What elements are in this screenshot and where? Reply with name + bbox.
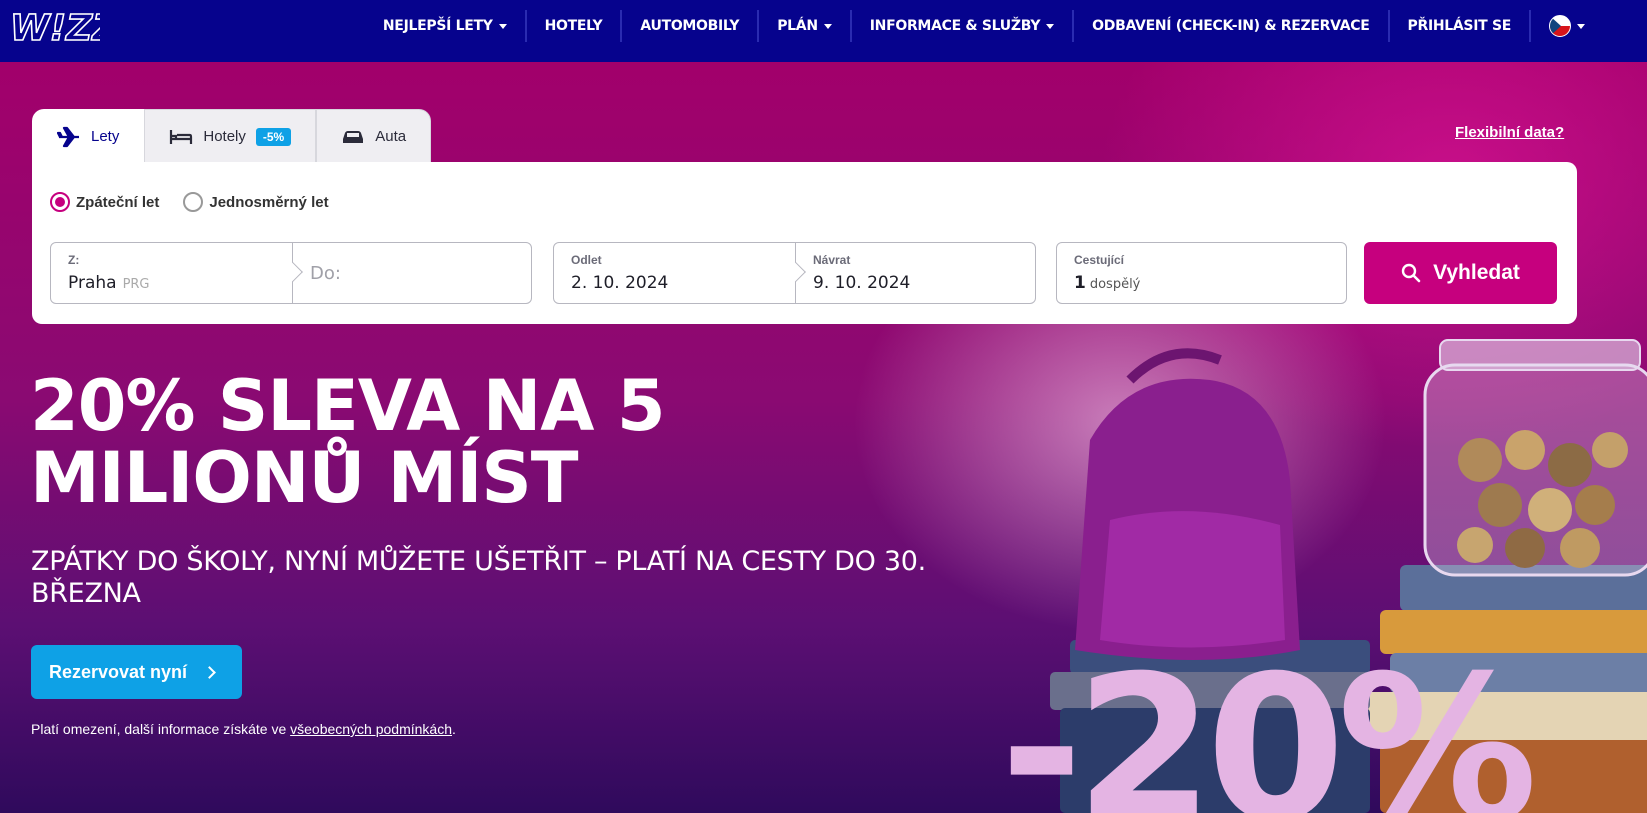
passengers-value: 1 dospělý [1074,273,1329,293]
tab-label: Lety [91,128,120,145]
terms-link[interactable]: všeobecných podmínkách [290,721,452,737]
search-button-label: Vyhledat [1433,261,1520,284]
bed-icon [170,129,193,144]
car-icon [343,130,364,143]
nav-item-label: NEJLEPŠÍ LETY [382,18,493,34]
disclaimer-text: Platí omezení, další informace získáte v… [31,721,291,737]
passenger-count: 1 [1074,273,1086,293]
nav-item-label: AUTOMOBILY [640,18,740,34]
tab-cars[interactable]: Auta [316,109,432,163]
language-selector[interactable] [1531,10,1647,42]
radio-indicator [183,192,204,212]
main-nav: NEJLEPŠÍ LETY HOTELY AUTOMOBILY PLÁN INF… [365,0,1647,52]
radio-label: Zpáteční let [76,193,160,211]
departure-label: Odlet [571,253,602,267]
search-button[interactable]: Vyhledat [1364,242,1557,304]
chevron-right-icon [203,665,216,679]
tab-flights[interactable]: Lety [32,109,145,163]
book-now-button[interactable]: Rezervovat nyní [31,645,242,699]
disclaimer-suffix: . [452,721,456,737]
tab-hotels[interactable]: Hotely -5% [144,109,317,163]
origin-value: Praha PRG [68,273,275,293]
return-date-field[interactable]: Návrat 9. 10. 2024 [795,243,1035,303]
wizz-logo[interactable]: W!ZZ [8,6,100,50]
radio-one-way[interactable]: Jednosměrný let [183,192,329,212]
caret-down-icon [1577,23,1585,29]
caret-down-icon [1046,23,1055,29]
nav-item-label: INFORMACE & SLUŽBY [869,18,1041,34]
passengers-label: Cestující [1074,253,1125,267]
czech-flag-icon [1549,15,1571,37]
nav-item-checkin-booking[interactable]: ODBAVENÍ (CHECK-IN) & REZERVACE [1074,10,1387,42]
nav-item-hotels[interactable]: HOTELY [527,10,621,42]
nav-item-label: PLÁN [777,18,818,34]
caret-down-icon [498,23,507,29]
departure-value: 2. 10. 2024 [571,273,669,293]
flexible-dates-link[interactable]: Flexibilní data? [1455,124,1564,141]
radio-label: Jednosměrný let [209,193,329,211]
passengers-field[interactable]: Cestující 1 dospělý [1057,243,1346,303]
backpack-icon [1075,348,1300,660]
discount-graphic: -20% [1000,633,1538,813]
origin-label: Z: [68,253,80,267]
nav-item-info-services[interactable]: INFORMACE & SLUŽBY [852,10,1072,42]
return-label: Návrat [813,253,851,267]
radio-round-trip[interactable]: Zpáteční let [50,192,159,212]
promo-subline: ZPÁTKY DO ŠKOLY, NYNÍ MŮŽETE UŠETŘIT – P… [31,546,926,609]
headline-line-1: 20% SLEVA NA 5 [30,365,666,447]
headline-line-2: MILIONŮ MÍST [30,437,579,519]
tab-label: Auta [375,128,407,145]
search-tabs: Lety Hotely -5% Auta [32,109,432,163]
flight-search-form: Zpáteční let Jednosměrný let Z: Praha PRG… [32,162,1577,324]
coin-jar-icon [1423,339,1647,577]
promo-headline: 20% SLEVA NA 5 MILIONŮ MÍST [30,370,930,514]
discount-badge: -5% [255,127,292,146]
top-navigation-bar: W!ZZ NEJLEPŠÍ LETY HOTELY AUTOMOBILY PLÁ… [0,0,1647,62]
route-fields: Z: Praha PRG Do: [50,242,532,304]
origin-field[interactable]: Z: Praha PRG [51,243,303,303]
destination-placeholder: Do: [310,263,341,284]
departure-date-field[interactable]: Odlet 2. 10. 2024 [554,243,806,303]
nav-item-label: ODBAVENÍ (CHECK-IN) & REZERVACE [1092,18,1370,34]
radio-indicator [50,192,70,212]
nav-item-best-flights[interactable]: NEJLEPŠÍ LETY [365,10,525,42]
terms-disclaimer: Platí omezení, další informace získáte v… [31,721,456,737]
nav-item-label: HOTELY [544,18,603,34]
nav-item-plan[interactable]: PLÁN [759,10,850,42]
book-now-label: Rezervovat nyní [49,661,188,682]
caret-down-icon [823,23,832,29]
svg-text:W!ZZ: W!ZZ [10,8,100,49]
nav-item-sign-in[interactable]: PŘIHLÁSIT SE [1390,10,1530,42]
search-icon [1401,263,1421,283]
trip-type-selector: Zpáteční let Jednosměrný let [50,192,329,212]
plane-icon [57,126,79,147]
nav-item-label: PŘIHLÁSIT SE [1407,18,1512,34]
origin-city: Praha [68,273,117,293]
passengers-field-group: Cestující 1 dospělý [1056,242,1347,304]
passenger-type: dospělý [1089,277,1141,292]
return-value: 9. 10. 2024 [813,273,911,293]
nav-item-cars[interactable]: AUTOMOBILY [622,10,757,42]
tab-label: Hotely [203,128,246,145]
origin-code: PRG [122,277,150,292]
date-fields: Odlet 2. 10. 2024 Návrat 9. 10. 2024 [553,242,1036,304]
destination-field[interactable]: Do: [292,243,531,303]
